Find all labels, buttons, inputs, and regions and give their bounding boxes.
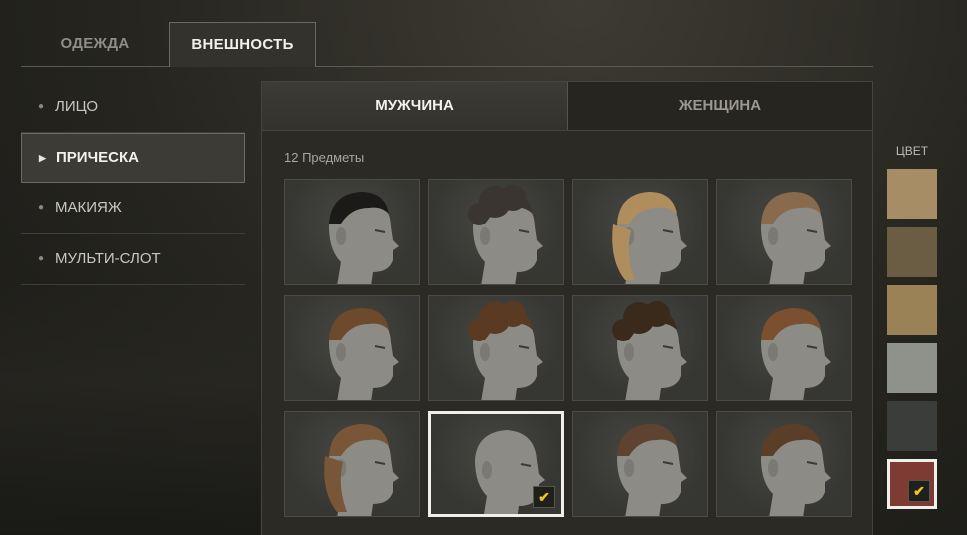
sidebar-item-label: МАКИЯЖ xyxy=(55,199,122,216)
color-swatch[interactable] xyxy=(887,227,937,277)
sidebar-item-hairstyle[interactable]: ▶ ПРИЧЕСКА xyxy=(21,133,245,183)
hairstyle-item-curly-top-dark[interactable] xyxy=(428,179,564,285)
head-icon xyxy=(761,308,831,400)
hairstyle-item-wavy-long-brown[interactable] xyxy=(284,411,420,517)
color-label: ЦВЕТ xyxy=(895,144,929,158)
head-icon xyxy=(612,192,687,284)
tab-male[interactable]: МУЖЧИНА xyxy=(262,82,568,130)
head-icon xyxy=(329,308,399,400)
gender-tabs: МУЖЧИНА ЖЕНЩИНА xyxy=(262,82,872,131)
hairstyle-item-medium-swept-brown[interactable] xyxy=(284,295,420,401)
tab-clothing[interactable]: ОДЕЖДА xyxy=(21,22,169,66)
items-panel: МУЖЧИНА ЖЕНЩИНА 12 Предметы ✔ xyxy=(261,81,873,535)
color-swatch[interactable] xyxy=(887,169,937,219)
head-icon xyxy=(468,185,543,284)
hairstyle-item-short-textured-brown[interactable] xyxy=(716,411,852,517)
top-tabs: ОДЕЖДА ВНЕШНОСТЬ xyxy=(21,22,873,67)
head-icon xyxy=(329,192,399,284)
arrow-right-icon: ▶ xyxy=(39,153,46,163)
hairstyle-item-side-shave-auburn[interactable] xyxy=(716,295,852,401)
hairstyle-item-tied-back-brown[interactable] xyxy=(572,411,708,517)
tab-female[interactable]: ЖЕНЩИНА xyxy=(568,82,872,130)
checkmark-icon: ✔ xyxy=(908,480,930,502)
hairstyle-item-short-curly-dark[interactable] xyxy=(572,295,708,401)
sidebar: ● ЛИЦО ▶ ПРИЧЕСКА ● МАКИЯЖ ● МУЛЬТИ-СЛОТ xyxy=(21,82,245,285)
color-swatch[interactable]: ✔ xyxy=(887,459,937,509)
hairstyle-item-undercut-light[interactable] xyxy=(716,179,852,285)
head-icon xyxy=(617,424,687,516)
sidebar-item-label: ПРИЧЕСКА xyxy=(56,149,139,166)
sidebar-item-label: МУЛЬТИ-СЛОТ xyxy=(55,250,161,267)
tab-appearance[interactable]: ВНЕШНОСТЬ xyxy=(169,22,316,67)
bullet-icon: ● xyxy=(38,202,45,213)
head-icon xyxy=(468,301,543,400)
head-icon xyxy=(612,301,687,400)
color-swatch[interactable] xyxy=(887,285,937,335)
checkmark-icon: ✔ xyxy=(533,486,555,508)
color-swatch[interactable] xyxy=(887,343,937,393)
sidebar-item-multislot[interactable]: ● МУЛЬТИ-СЛОТ xyxy=(21,234,245,285)
hairstyle-item-short-fade-black[interactable] xyxy=(284,179,420,285)
hairstyle-item-long-braid-blond[interactable] xyxy=(572,179,708,285)
bullet-icon: ● xyxy=(38,253,45,264)
hairstyle-item-bald[interactable]: ✔ xyxy=(428,411,564,517)
color-swatch[interactable] xyxy=(887,401,937,451)
bullet-icon: ● xyxy=(38,101,45,112)
items-count: 12 Предметы xyxy=(284,150,365,165)
sidebar-item-face[interactable]: ● ЛИЦО xyxy=(21,82,245,133)
sidebar-item-makeup[interactable]: ● МАКИЯЖ xyxy=(21,183,245,234)
sidebar-item-label: ЛИЦО xyxy=(55,98,99,115)
hairstyle-item-afro-curly-brown[interactable] xyxy=(428,295,564,401)
background-shade xyxy=(0,280,260,535)
head-icon xyxy=(761,192,831,284)
head-icon xyxy=(324,424,399,516)
head-icon xyxy=(761,424,831,516)
